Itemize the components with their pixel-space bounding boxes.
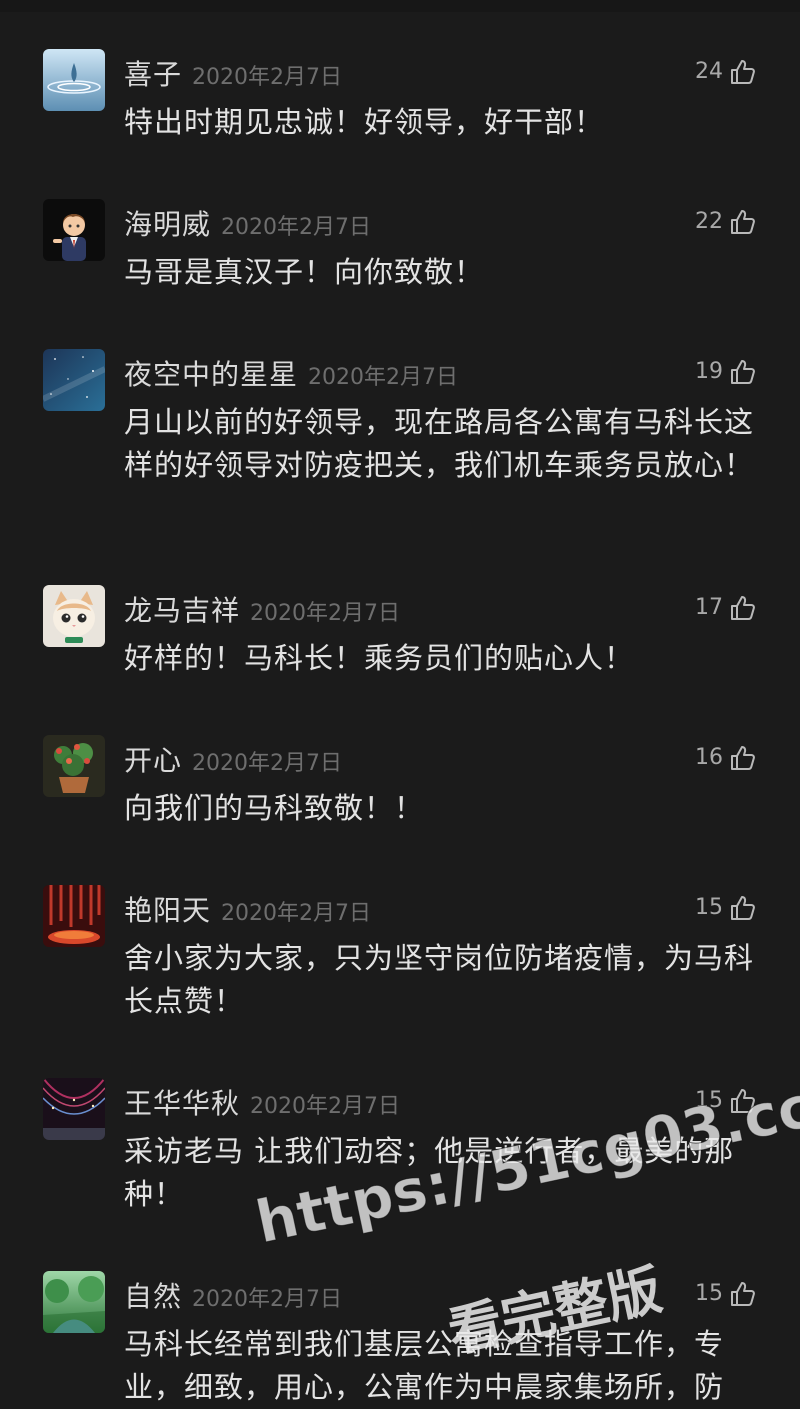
comment-date: 2020年2月7日: [192, 65, 342, 90]
user-avatar[interactable]: [43, 585, 105, 647]
thumbs-up-icon: [729, 594, 756, 621]
thumbs-up-icon: [729, 358, 756, 385]
comment-text: 特出时期见忠诚！好领导，好干部！: [124, 105, 605, 139]
commenter-name[interactable]: 艳阳天: [124, 889, 211, 929]
like-count: 15: [695, 1280, 723, 1306]
comment-date: 2020年2月7日: [250, 601, 400, 626]
like-button[interactable]: 22: [695, 205, 756, 237]
user-avatar[interactable]: [43, 49, 105, 111]
night-sky-avatar-icon: [43, 349, 105, 411]
comment-date: 2020年2月7日: [221, 901, 371, 926]
commenter-name[interactable]: 王华华秋: [124, 1082, 240, 1122]
comment-text: 月山以前的好领导，现在路局各公寓有马科长这样的好领导对防疫把关，我们机车乘务员放…: [124, 405, 755, 482]
like-count: 24: [695, 58, 723, 84]
commenter-name[interactable]: 龙马吉祥: [124, 589, 240, 629]
like-button[interactable]: 24: [695, 55, 756, 87]
comment-text: 马哥是真汉子！向你致敬！: [124, 255, 485, 289]
thumbs-up-icon: [729, 58, 756, 85]
comment-text: 马科长经常到我们基层公寓检查指导工作，专业，细致，用心，公寓作为中晨家集场所，防: [124, 1327, 725, 1404]
like-button[interactable]: 16: [695, 741, 756, 773]
like-button[interactable]: 19: [695, 355, 756, 387]
like-count: 15: [695, 894, 723, 920]
comment-date: 2020年2月7日: [308, 365, 458, 390]
commenter-name[interactable]: 海明威: [124, 203, 211, 243]
like-button[interactable]: 15: [695, 1277, 756, 1309]
user-avatar[interactable]: [43, 349, 105, 411]
thumbs-up-icon: [729, 208, 756, 235]
user-avatar[interactable]: [43, 199, 105, 261]
user-avatar[interactable]: [43, 885, 105, 947]
like-button[interactable]: 17: [695, 591, 756, 623]
like-button[interactable]: 15: [695, 1084, 756, 1116]
like-button[interactable]: 15: [695, 891, 756, 923]
comment-text: 采访老马 让我们动容；他是逆行者，最美的那种！: [124, 1134, 735, 1211]
flower-pot-avatar-icon: [43, 735, 105, 797]
user-avatar[interactable]: [43, 1271, 105, 1333]
comment-list: 喜子 2020年2月7日 24 特出时期见忠诚！好领导，好干部！ 海明威 202…: [0, 0, 800, 1404]
comment-text: 好样的！马科长！乘务员们的贴心人！: [124, 641, 635, 675]
comment-date: 2020年2月7日: [221, 215, 371, 240]
commenter-name[interactable]: 喜子: [124, 53, 182, 93]
kitten-avatar-icon: [43, 585, 105, 647]
cartoon-man-avatar-icon: [43, 199, 105, 261]
comment-date: 2020年2月7日: [192, 1287, 342, 1312]
like-count: 22: [695, 208, 723, 234]
commenter-name[interactable]: 夜空中的星星: [124, 353, 298, 393]
light-tunnel-avatar-icon: [43, 1078, 105, 1140]
like-count: 15: [695, 1087, 723, 1113]
commenter-name[interactable]: 开心: [124, 739, 182, 779]
comment-date: 2020年2月7日: [250, 1094, 400, 1119]
thumbs-up-icon: [729, 1280, 756, 1307]
comment-date: 2020年2月7日: [192, 751, 342, 776]
user-avatar[interactable]: [43, 1078, 105, 1140]
thumbs-up-icon: [729, 744, 756, 771]
red-lanterns-avatar-icon: [43, 885, 105, 947]
like-count: 19: [695, 358, 723, 384]
water-drop-avatar-icon: [43, 49, 105, 111]
comment-text: 舍小家为大家，只为坚守岗位防堵疫情，为马科长点赞！: [124, 941, 755, 1018]
user-avatar[interactable]: [43, 735, 105, 797]
comment-text: 向我们的马科致敬！！: [124, 791, 425, 825]
green-landscape-avatar-icon: [43, 1271, 105, 1333]
thumbs-up-icon: [729, 894, 756, 921]
commenter-name[interactable]: 自然: [124, 1275, 182, 1315]
thumbs-up-icon: [729, 1087, 756, 1114]
like-count: 16: [695, 744, 723, 770]
like-count: 17: [695, 594, 723, 620]
